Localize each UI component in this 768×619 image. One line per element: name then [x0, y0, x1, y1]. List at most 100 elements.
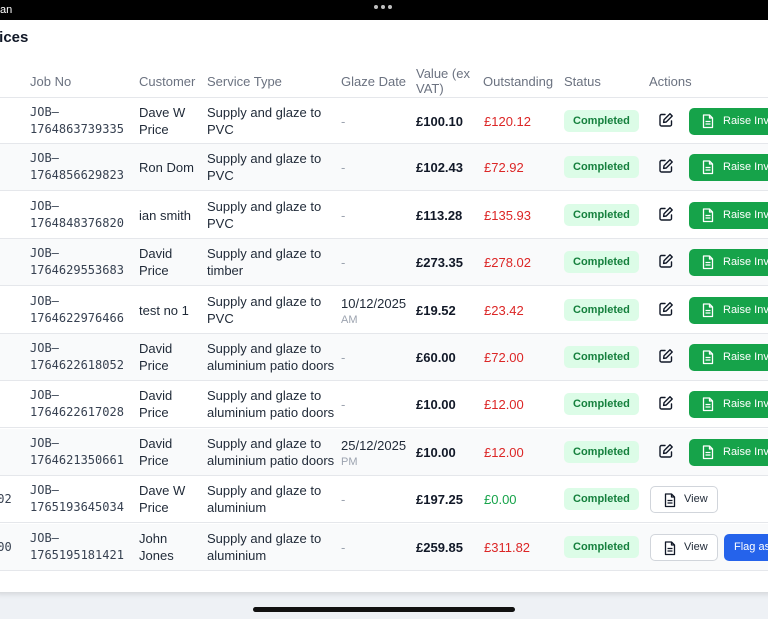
table-row[interactable]: 002JOB–1765193645034Dave WPriceSupply an…	[0, 476, 768, 524]
status-badge: Completed	[564, 346, 639, 368]
job-prefix: JOB–	[30, 341, 59, 355]
edit-icon[interactable]	[658, 253, 676, 271]
job-number[interactable]: JOB– 1764856629823	[30, 150, 140, 184]
job-number[interactable]: JOB– 1764848376820	[30, 198, 140, 232]
table-row[interactable]: JOB– 1764622618052 David Price Supply and gl…	[0, 334, 768, 381]
col-service-type: Service Type	[207, 74, 282, 89]
table-row[interactable]: JOB– 1764856629823 Ron Dom Supply and glaze…	[0, 144, 768, 192]
job-number[interactable]: JOB– 1764621350661	[30, 435, 140, 469]
status-badge: Completed	[564, 535, 639, 558]
customer-line1: Dave W	[139, 105, 186, 120]
service-line2: aluminium	[207, 547, 267, 563]
home-indicator[interactable]	[253, 607, 515, 612]
service-line2: PVC	[207, 122, 234, 137]
value-ex-vat: £197.25	[416, 492, 463, 508]
raise-invoice-label: Raise Invo	[723, 256, 768, 269]
table-row[interactable]: JOB– 1764629553683 David Price Supply and gl…	[0, 239, 768, 287]
service-line1: Supply and glaze to	[207, 105, 322, 120]
view-button[interactable]: View	[650, 486, 718, 514]
service-line1: Supply and glaze to	[207, 198, 322, 214]
glaze-time: PM	[341, 455, 358, 468]
value-ex-vat: £60.00	[416, 350, 456, 365]
status-badge: Completed	[564, 251, 639, 274]
glaze-date: -	[341, 255, 346, 271]
raise-invoice-button[interactable]: Raise Invo	[689, 201, 768, 229]
row-id: 000	[0, 539, 12, 554]
table-row[interactable]: JOB– 1764622617028 David Price Supply and gl…	[0, 381, 768, 429]
outstanding-amount: £120.12	[484, 114, 531, 129]
edit-icon[interactable]	[658, 301, 676, 319]
customer-line1: David	[139, 246, 173, 262]
edit-icon[interactable]	[658, 348, 676, 366]
edit-icon[interactable]	[658, 158, 676, 176]
service-line2: timber	[207, 263, 244, 279]
outstanding-amount: £23.42	[484, 302, 524, 318]
service-type: Supply and glaze to PVC	[207, 198, 339, 232]
service-line2: aluminium patio doors	[207, 358, 335, 373]
status-badge: Completed	[564, 203, 639, 226]
table-row[interactable]: JOB– 1764621350661 David Price Supply and gl…	[0, 428, 768, 476]
raise-invoice-button[interactable]: Raise Invo	[689, 249, 768, 277]
edit-icon[interactable]	[658, 395, 676, 413]
job-number[interactable]: JOB– 1764629553683	[30, 245, 140, 279]
table-row[interactable]: JOB– 1764622976466 test no 1 Supply and gla…	[0, 287, 768, 334]
table-row[interactable]: JOB– 1764863739335 Dave W Price Supply and g…	[0, 97, 768, 144]
raise-invoice-label: Raise Invo	[723, 445, 768, 458]
raise-invoice-label: Raise Invo	[723, 161, 768, 174]
service-line2: aluminium	[207, 500, 267, 516]
job-prefix: JOB–	[30, 388, 59, 403]
edit-icon[interactable]	[658, 206, 676, 224]
service-line1: Supply and glaze to	[207, 435, 322, 451]
customer-line1: Dave W	[139, 483, 186, 499]
customer-name: ian smith	[139, 207, 209, 224]
value-ex-vat: £10.00	[416, 444, 456, 460]
outstanding-amount: £72.92	[484, 160, 524, 176]
job-number[interactable]: JOB– 1764863739335	[30, 104, 140, 138]
flag-button[interactable]: Flag as	[724, 533, 768, 561]
outstanding-amount: £0.00	[484, 492, 517, 508]
col-glaze-date: Glaze Date	[341, 74, 407, 89]
job-number[interactable]: JOB– 1765193645034	[30, 482, 140, 516]
job-num: 1765193645034	[30, 500, 124, 515]
job-num: 1764863739335	[30, 122, 124, 136]
service-line1: Supply and glaze to	[207, 151, 322, 167]
raise-invoice-button[interactable]: Raise Invo	[689, 344, 768, 371]
customer-line1: David	[139, 388, 173, 404]
job-number[interactable]: JOB– 1764622976466	[30, 293, 140, 327]
glaze-date-value: 10/12/2025	[341, 295, 407, 311]
glaze-date: -	[341, 350, 346, 365]
edit-icon[interactable]	[658, 112, 676, 130]
job-number[interactable]: JOB– 1764622617028	[30, 387, 140, 421]
value-ex-vat: £273.35	[416, 255, 463, 271]
edit-icon[interactable]	[658, 443, 676, 461]
glaze-date: 25/12/2025 PM	[341, 437, 406, 471]
raise-invoice-button[interactable]: Raise Invo	[689, 438, 768, 466]
customer-line2: Price	[139, 122, 169, 137]
raise-invoice-button[interactable]: Raise Invo	[689, 296, 768, 324]
customer-line1: test no 1	[139, 302, 189, 318]
outstanding-amount: £278.02	[484, 255, 531, 271]
col-value: Value (ex VAT)	[416, 66, 470, 96]
customer-line1: ian smith	[139, 207, 192, 223]
customer-name: Ron Dom	[139, 159, 209, 176]
table-row[interactable]: 000JOB–1765195181421JohnJonesSupply and …	[0, 523, 768, 571]
view-button[interactable]: View	[650, 533, 718, 561]
col-job-no: Job No	[30, 74, 72, 89]
job-prefix: JOB–	[30, 293, 59, 308]
multitask-dots-icon[interactable]	[374, 5, 392, 9]
status-badge: Completed	[564, 488, 639, 511]
row-id: 002	[0, 492, 12, 507]
job-prefix: JOB–	[30, 435, 59, 450]
col-value-line2: VAT)	[416, 81, 444, 96]
customer-name: Dave W Price	[139, 482, 209, 516]
job-number[interactable]: JOB– 1765195181421	[30, 530, 140, 564]
status-bar: an	[0, 0, 768, 20]
value-ex-vat: £259.85	[416, 539, 463, 555]
raise-invoice-button[interactable]: Raise Invo	[689, 108, 768, 135]
customer-line2: Price	[139, 500, 169, 516]
customer-line2: Price	[139, 358, 169, 373]
raise-invoice-button[interactable]: Raise Invo	[689, 391, 768, 419]
table-row[interactable]: JOB– 1764848376820 ian smith Supply and gla…	[0, 192, 768, 239]
job-number[interactable]: JOB– 1764622618052	[30, 340, 140, 374]
raise-invoice-button[interactable]: Raise Invo	[689, 154, 768, 182]
